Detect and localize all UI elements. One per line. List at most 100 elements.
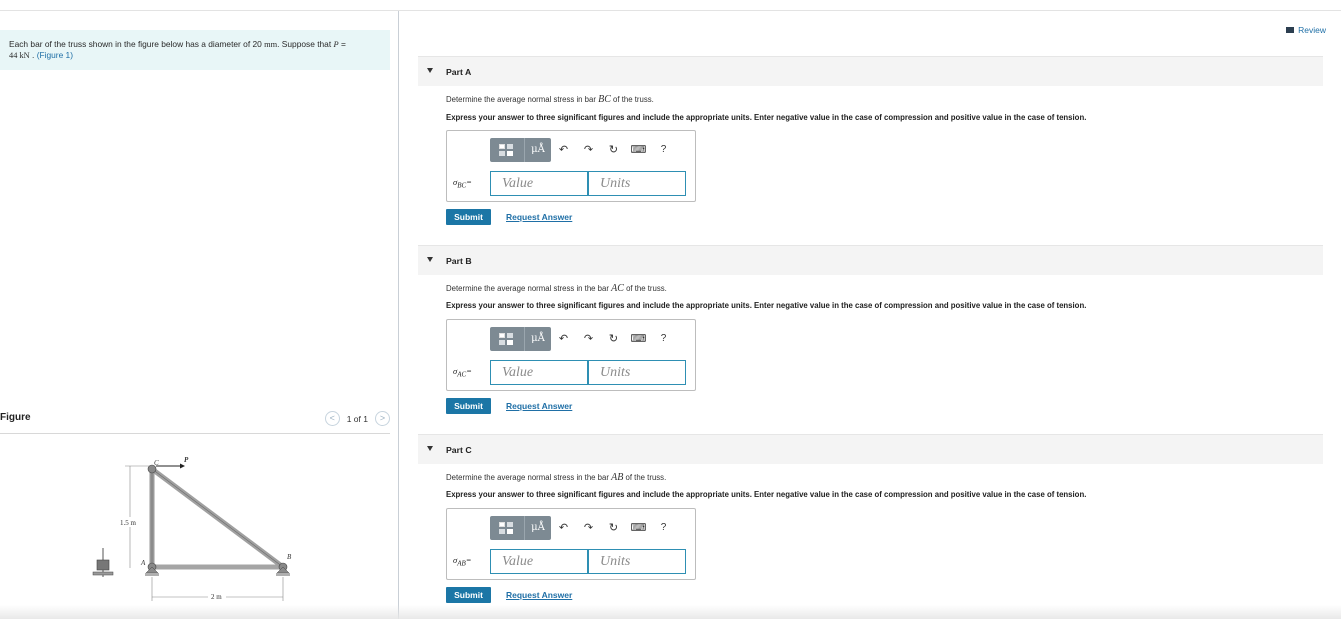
part-b-question: Determine the average normal stress in t…	[446, 283, 667, 294]
problem-text-eq: =	[338, 39, 346, 49]
ground-b	[276, 573, 290, 576]
units-icon[interactable]: μÅ	[524, 327, 551, 351]
part-a-instructions: Express your answer to three significant…	[446, 113, 1087, 122]
problem-text-mid: . Suppose that	[277, 39, 334, 49]
part-a-question: Determine the average normal stress in b…	[446, 94, 654, 105]
figure-pager: < 1 of 1 >	[324, 411, 390, 426]
templates-icon[interactable]	[490, 516, 524, 540]
figure-link[interactable]: (Figure 1)	[37, 50, 73, 60]
question-text: Determine the average normal stress in t…	[446, 284, 612, 293]
part-c-answer-box: μÅ ↶ ↷ ↻ ⌨ ? σAB= Value Units	[446, 508, 696, 580]
part-a-title: Part A	[446, 67, 472, 77]
reset-icon[interactable]: ↻	[601, 138, 626, 162]
part-c-header[interactable]: Part C	[418, 434, 1323, 464]
question-text-end: of the truss.	[610, 95, 654, 104]
dim-height-label: 1.5 m	[120, 519, 137, 527]
part-b-submit-button[interactable]: Submit	[446, 398, 491, 414]
top-rule	[0, 10, 1341, 11]
pager-prev-button[interactable]: <	[324, 411, 340, 426]
part-c-request-answer-link[interactable]: Request Answer	[506, 590, 572, 600]
part-a-submit-button[interactable]: Submit	[446, 209, 491, 225]
diameter-unit: mm	[264, 40, 278, 49]
help-icon[interactable]: ?	[651, 327, 676, 351]
answer-label: σAB=	[453, 554, 472, 568]
problem-statement: Each bar of the truss shown in the figur…	[0, 30, 390, 70]
answer-row: σAB= Value Units	[453, 548, 686, 574]
redo-icon[interactable]: ↷	[576, 138, 601, 162]
pager-count: 1 of 1	[346, 413, 368, 424]
answer-label: σBC=	[453, 176, 472, 190]
undo-icon[interactable]: ↶	[551, 327, 576, 351]
truss-figure: 1.5 m C P A B 2 m	[92, 456, 292, 601]
part-b-instructions: Express your answer to three significant…	[446, 301, 1087, 310]
label-b: B	[287, 553, 292, 561]
collapse-caret-icon	[427, 257, 433, 262]
load-arrow-head	[180, 463, 185, 469]
load-value: 44 kN	[9, 51, 30, 60]
answer-row: σAC= Value Units	[453, 359, 686, 385]
keyboard-icon[interactable]: ⌨	[626, 327, 651, 351]
help-icon[interactable]: ?	[651, 516, 676, 540]
bar-name: BC	[598, 94, 611, 105]
reset-icon[interactable]: ↻	[601, 516, 626, 540]
collapse-caret-icon	[427, 68, 433, 73]
math-toolbar: μÅ ↶ ↷ ↻ ⌨ ?	[490, 327, 676, 351]
question-text-end: of the truss.	[623, 284, 667, 293]
value-input[interactable]: Value	[490, 359, 588, 385]
answer-label: σAC=	[453, 365, 472, 379]
part-b-title: Part B	[446, 256, 472, 266]
units-icon[interactable]: μÅ	[524, 138, 551, 162]
help-icon[interactable]: ?	[651, 138, 676, 162]
math-toolbar: μÅ ↶ ↷ ↻ ⌨ ?	[490, 516, 676, 540]
pager-next-button[interactable]: >	[375, 411, 390, 426]
figure-title: Figure	[0, 412, 31, 423]
bar-name: AC	[611, 283, 624, 294]
bar-name: AB	[611, 472, 624, 483]
part-c-submit-button[interactable]: Submit	[446, 587, 491, 603]
part-c-instructions: Express your answer to three significant…	[446, 490, 1087, 499]
part-a-answer-box: μÅ ↶ ↷ ↻ ⌨ ? σBC= Value Units	[446, 130, 696, 202]
label-p: P	[184, 456, 189, 464]
label-c: C	[154, 459, 159, 467]
math-toolbar: μÅ ↶ ↷ ↻ ⌨ ?	[490, 138, 676, 162]
part-b-request-answer-link[interactable]: Request Answer	[506, 401, 572, 411]
units-icon[interactable]: μÅ	[524, 516, 551, 540]
question-text-end: of the truss.	[623, 473, 667, 482]
figure-header: Figure < 1 of 1 >	[0, 410, 390, 434]
panel-divider	[398, 11, 399, 619]
templates-icon[interactable]	[490, 138, 524, 162]
units-input[interactable]: Units	[588, 359, 686, 385]
redo-icon[interactable]: ↷	[576, 327, 601, 351]
part-b-answer-box: μÅ ↶ ↷ ↻ ⌨ ? σAC= Value Units	[446, 319, 696, 391]
templates-icon[interactable]	[490, 327, 524, 351]
keyboard-icon[interactable]: ⌨	[626, 516, 651, 540]
part-c-question: Determine the average normal stress in t…	[446, 472, 666, 483]
label-a: A	[140, 559, 146, 567]
undo-icon[interactable]: ↶	[551, 516, 576, 540]
undo-icon[interactable]: ↶	[551, 138, 576, 162]
part-a-header[interactable]: Part A	[418, 56, 1323, 86]
bottom-fade	[0, 605, 1341, 619]
question-text: Determine the average normal stress in t…	[446, 473, 612, 482]
reset-icon[interactable]: ↻	[601, 327, 626, 351]
redo-icon[interactable]: ↷	[576, 516, 601, 540]
part-a-request-answer-link[interactable]: Request Answer	[506, 212, 572, 222]
answer-row: σBC= Value Units	[453, 170, 686, 196]
left-wall-support	[92, 548, 114, 577]
member-bc-edge	[151, 468, 284, 568]
value-input[interactable]: Value	[490, 548, 588, 574]
part-c-title: Part C	[446, 445, 472, 455]
value-input[interactable]: Value	[490, 170, 588, 196]
part-b-header[interactable]: Part B	[418, 245, 1323, 275]
ground-a	[145, 573, 159, 576]
keyboard-icon[interactable]: ⌨	[626, 138, 651, 162]
units-input[interactable]: Units	[588, 170, 686, 196]
units-input[interactable]: Units	[588, 548, 686, 574]
problem-text-after: .	[29, 50, 37, 60]
review-link[interactable]: Review	[1286, 25, 1326, 35]
question-text: Determine the average normal stress in b…	[446, 95, 599, 104]
collapse-caret-icon	[427, 446, 433, 451]
dim-width-label: 2 m	[211, 593, 222, 601]
review-label: Review	[1298, 25, 1326, 35]
review-icon	[1286, 27, 1295, 33]
